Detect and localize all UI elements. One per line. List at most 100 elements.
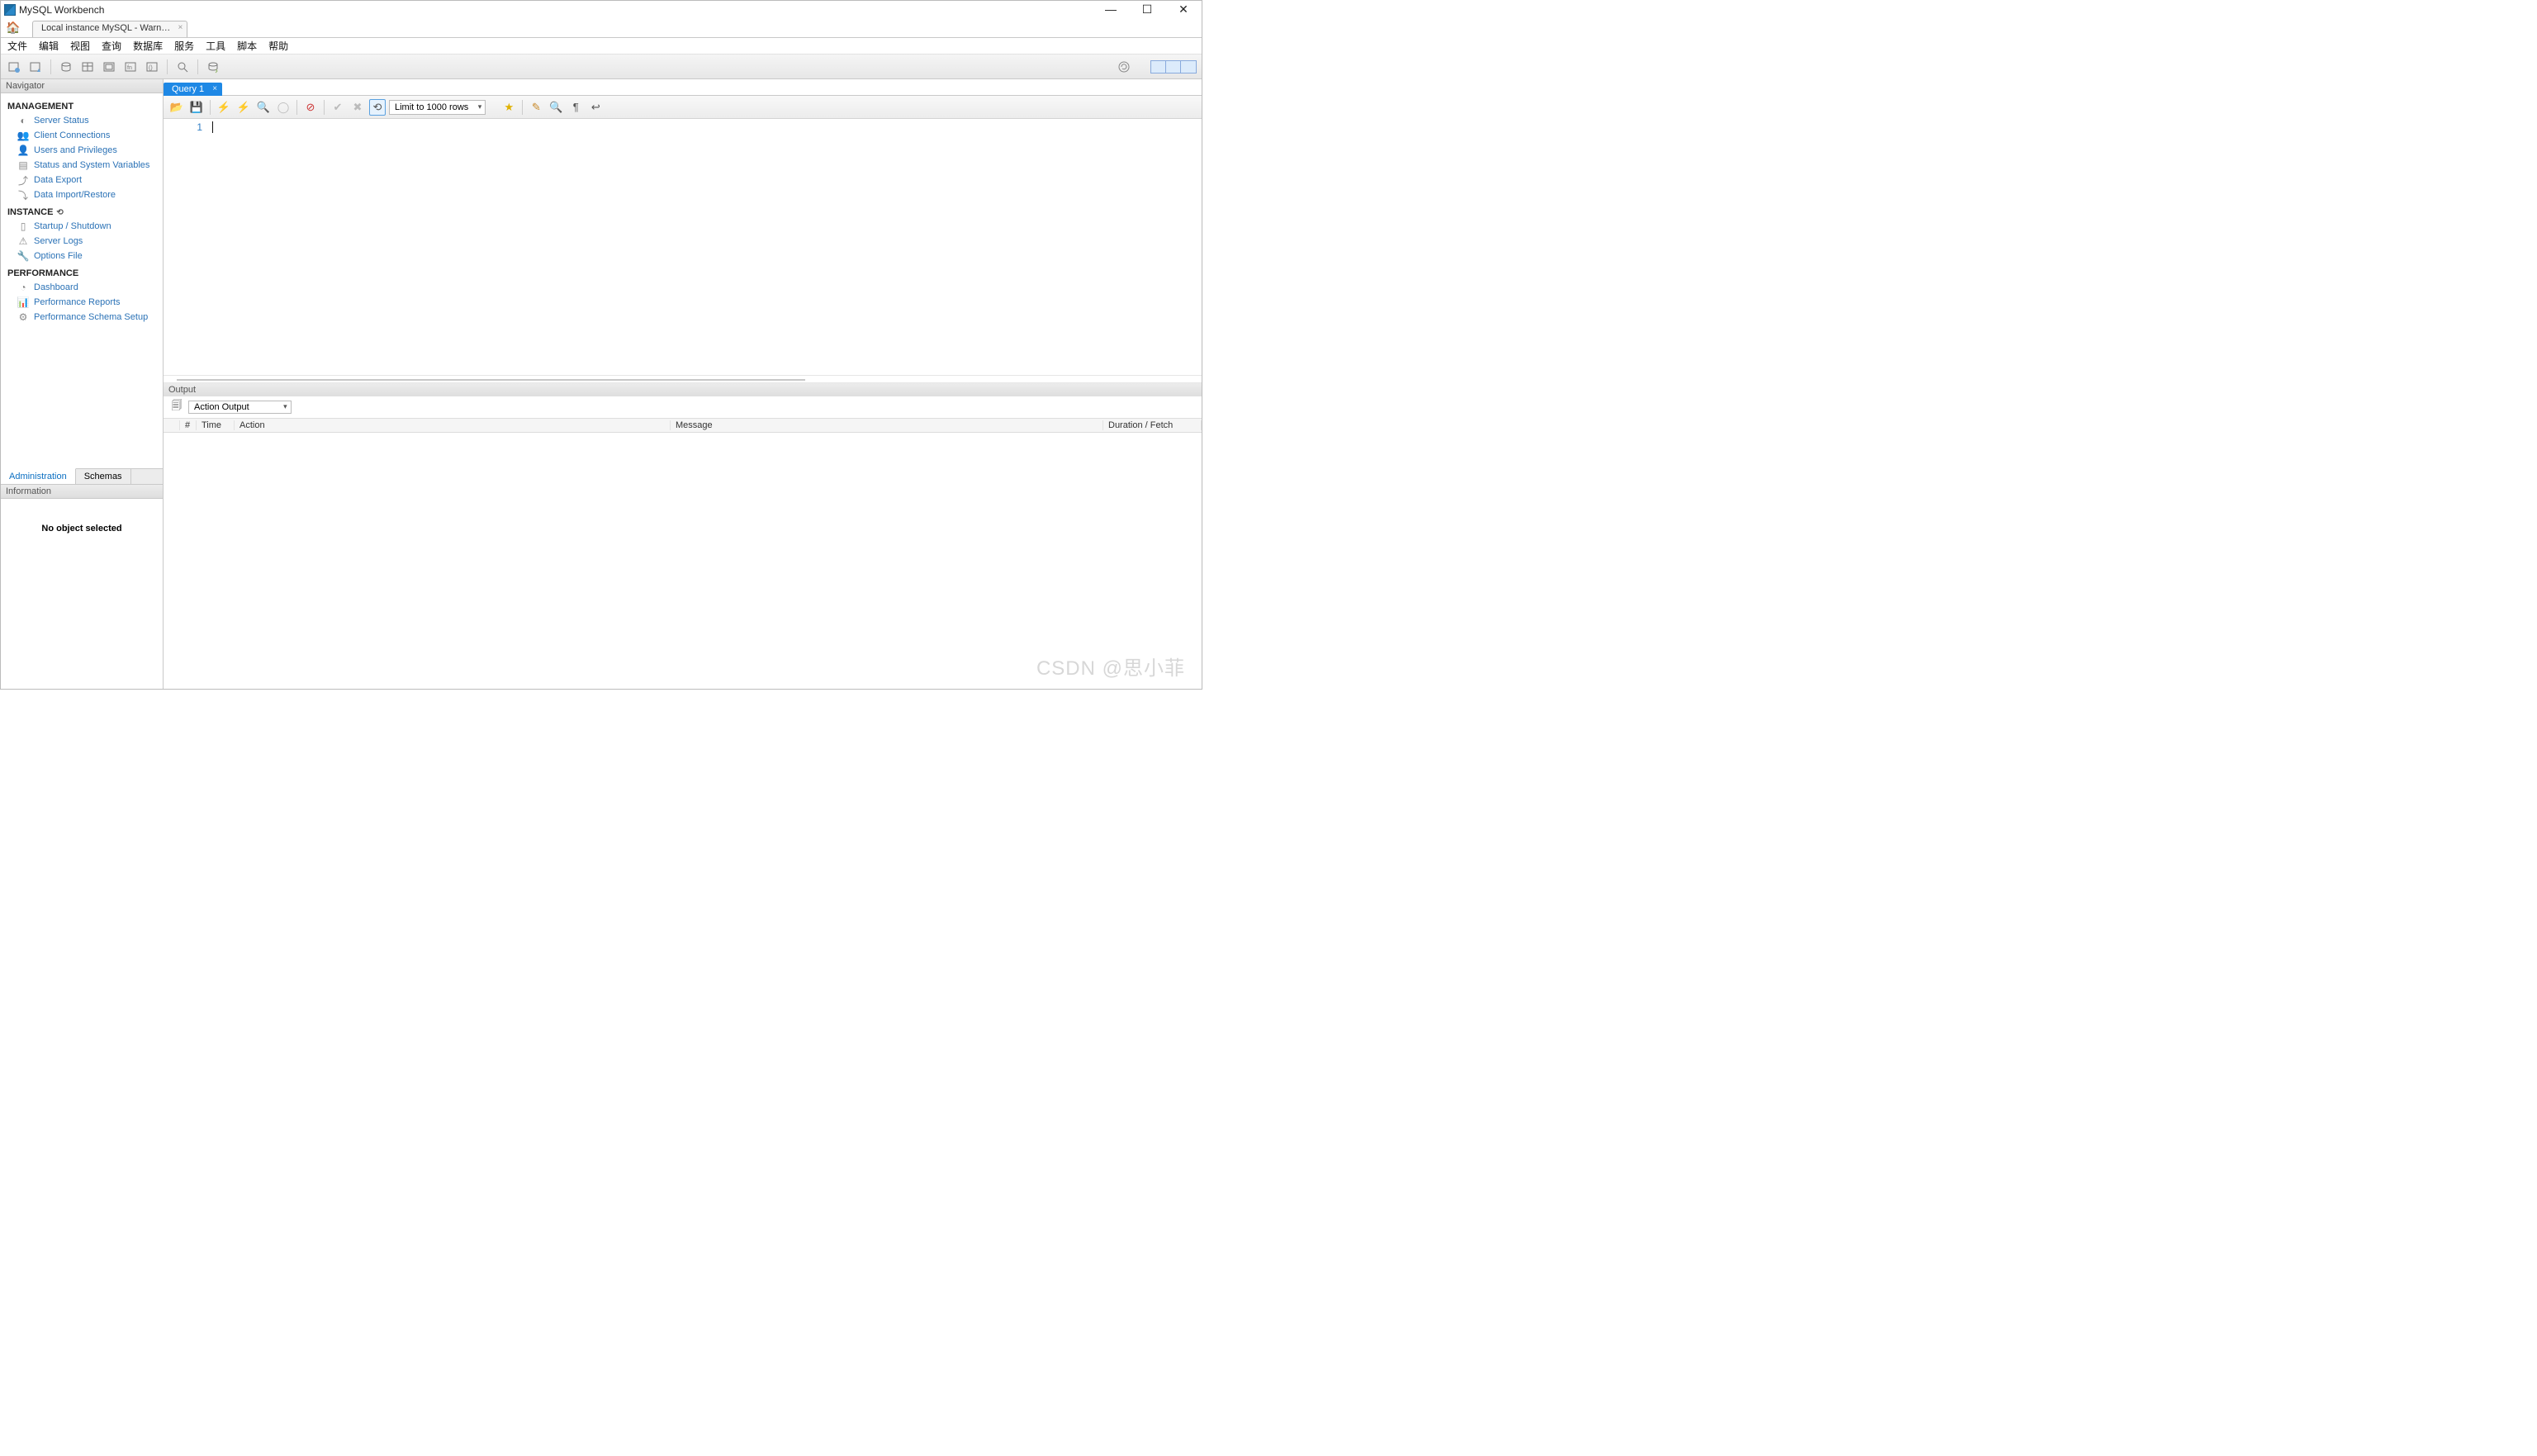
menu-server[interactable]: 服务 xyxy=(174,39,194,53)
output-grid-body xyxy=(164,433,1202,689)
window-controls: — ☐ ✕ xyxy=(1103,2,1198,17)
import-icon: ⤵ xyxy=(17,189,29,201)
connection-tab[interactable]: Local instance MySQL - Warn… × xyxy=(32,21,187,37)
toggle-output-icon[interactable] xyxy=(1166,61,1181,73)
menu-tools[interactable]: 工具 xyxy=(206,39,225,53)
menu-view[interactable]: 视图 xyxy=(70,39,90,53)
tool-add-table-icon[interactable] xyxy=(79,59,96,75)
nav-item-status-vars[interactable]: ▤Status and System Variables xyxy=(2,158,161,173)
nav-item-server-logs[interactable]: ⚠Server Logs xyxy=(2,234,161,249)
nav-item-perf-reports[interactable]: 📊Performance Reports xyxy=(2,295,161,310)
toolbar-sep2 xyxy=(167,59,168,74)
output-copy-icon[interactable]: 🗐 xyxy=(168,399,185,415)
maximize-button[interactable]: ☐ xyxy=(1139,2,1155,17)
tool-add-func-icon[interactable]: () xyxy=(144,59,160,75)
menu-query[interactable]: 查询 xyxy=(102,39,121,53)
tool-add-proc-icon[interactable]: fn xyxy=(122,59,139,75)
beautify-icon[interactable]: ✎ xyxy=(528,99,544,116)
toggle-sidebar-icon[interactable] xyxy=(1151,61,1166,73)
editor-tab-row: Query 1 × xyxy=(164,79,1202,96)
limit-rows-select[interactable]: Limit to 1000 rows xyxy=(389,100,486,115)
tab-close-icon[interactable]: × xyxy=(178,23,183,32)
splitter-handle[interactable] xyxy=(164,375,1202,383)
title-bar: MySQL Workbench — ☐ ✕ xyxy=(1,1,1202,18)
home-icon: 🏠 xyxy=(6,21,20,35)
section-instance: INSTANCE ⟲ xyxy=(2,202,161,219)
main-toolbar: fn () xyxy=(1,55,1202,79)
commit-icon[interactable]: ✔ xyxy=(330,99,346,116)
menu-file[interactable]: 文件 xyxy=(7,39,27,53)
menu-edit[interactable]: 编辑 xyxy=(39,39,59,53)
close-button[interactable]: ✕ xyxy=(1175,2,1192,17)
section-performance: PERFORMANCE xyxy=(2,263,161,280)
text-cursor xyxy=(212,121,213,133)
output-type-select[interactable]: Action Output xyxy=(188,401,292,414)
reports-icon: 📊 xyxy=(17,296,29,308)
navigator-body: MANAGEMENT ◐Server Status 👥Client Connec… xyxy=(1,93,163,468)
nav-item-server-status[interactable]: ◐Server Status xyxy=(2,113,161,128)
navigator-panel: Navigator MANAGEMENT ◐Server Status 👥Cli… xyxy=(1,79,164,689)
line-number-1: 1 xyxy=(164,121,202,133)
favorite-icon[interactable]: ★ xyxy=(500,99,517,116)
editor-tab-close-icon[interactable]: × xyxy=(212,84,217,93)
explain-icon[interactable]: 🔍 xyxy=(255,99,272,116)
panel-toggles[interactable] xyxy=(1150,60,1197,74)
wrap-icon[interactable]: ↩ xyxy=(587,99,604,116)
menu-database[interactable]: 数据库 xyxy=(133,39,163,53)
nav-item-data-import[interactable]: ⤵Data Import/Restore xyxy=(2,187,161,202)
find-icon[interactable]: 🔍 xyxy=(548,99,564,116)
update-icon[interactable] xyxy=(1116,59,1132,75)
menu-help[interactable]: 帮助 xyxy=(268,39,288,53)
tool-reconnect-icon[interactable] xyxy=(205,59,221,75)
menu-scripting[interactable]: 脚本 xyxy=(237,39,257,53)
nav-item-dashboard[interactable]: ◔Dashboard xyxy=(2,280,161,295)
information-body: No object selected xyxy=(1,499,163,689)
no-object-label: No object selected xyxy=(41,524,121,534)
tool-search-icon[interactable] xyxy=(174,59,191,75)
editor-tab-query1[interactable]: Query 1 × xyxy=(164,83,222,96)
toggle-secondary-icon[interactable] xyxy=(1181,61,1196,73)
execute-current-icon[interactable]: ⚡ xyxy=(235,99,252,116)
tool-add-view-icon[interactable] xyxy=(101,59,117,75)
output-header: Output xyxy=(164,383,1202,396)
nav-item-client-connections[interactable]: 👥Client Connections xyxy=(2,128,161,143)
save-file-icon[interactable]: 💾 xyxy=(188,99,205,116)
code-editor[interactable]: 1 xyxy=(164,119,1202,375)
main-body: Navigator MANAGEMENT ◐Server Status 👥Cli… xyxy=(1,79,1202,689)
section-management: MANAGEMENT xyxy=(2,97,161,113)
rollback-icon[interactable]: ✖ xyxy=(349,99,366,116)
minimize-button[interactable]: — xyxy=(1103,2,1119,17)
tab-administration[interactable]: Administration xyxy=(1,468,76,484)
toolbar-sep xyxy=(50,59,51,74)
cancel-edit-icon[interactable]: ⊘ xyxy=(302,99,319,116)
autocommit-toggle-icon[interactable]: ⟲ xyxy=(369,99,386,116)
svg-text:fn: fn xyxy=(127,65,132,71)
open-file-icon[interactable]: 📂 xyxy=(168,99,185,116)
connection-tab-label: Local instance MySQL - Warn… xyxy=(41,23,170,33)
stop-icon[interactable]: ◯ xyxy=(275,99,292,116)
navigator-tabs: Administration Schemas xyxy=(1,468,163,484)
connection-tab-row: 🏠 Local instance MySQL - Warn… × xyxy=(1,18,1202,38)
nav-item-perf-schema-setup[interactable]: ⚙Performance Schema Setup xyxy=(2,310,161,325)
output-grid-header: # Time Action Message Duration / Fetch xyxy=(164,418,1202,433)
connections-icon: 👥 xyxy=(17,130,29,141)
tab-schemas[interactable]: Schemas xyxy=(76,469,131,484)
nav-item-users-privileges[interactable]: 👤Users and Privileges xyxy=(2,143,161,158)
nav-item-data-export[interactable]: ⤴Data Export xyxy=(2,173,161,187)
invisible-chars-icon[interactable]: ¶ xyxy=(567,99,584,116)
status-vars-icon: ▤ xyxy=(17,159,29,171)
query-toolbar: 📂 💾 ⚡ ⚡ 🔍 ◯ ⊘ ✔ ✖ ⟲ Limit to 1000 rows ★ xyxy=(164,96,1202,119)
toolbar-sep3 xyxy=(197,59,198,74)
code-content[interactable] xyxy=(209,119,1202,375)
home-button[interactable]: 🏠 xyxy=(1,17,26,37)
nav-item-options-file[interactable]: 🔧Options File xyxy=(2,249,161,263)
open-sql-file-icon[interactable] xyxy=(27,59,44,75)
svg-text:(): () xyxy=(149,65,153,71)
editor-area: Query 1 × 📂 💾 ⚡ ⚡ 🔍 ◯ ⊘ ✔ ✖ ⟲ xyxy=(164,79,1202,689)
execute-icon[interactable]: ⚡ xyxy=(216,99,232,116)
instance-refresh-icon[interactable]: ⟲ xyxy=(56,208,63,217)
nav-item-startup-shutdown[interactable]: ▯Startup / Shutdown xyxy=(2,219,161,234)
new-sql-tab-icon[interactable] xyxy=(6,59,22,75)
logs-icon: ⚠ xyxy=(17,235,29,247)
tool-add-schema-icon[interactable] xyxy=(58,59,74,75)
